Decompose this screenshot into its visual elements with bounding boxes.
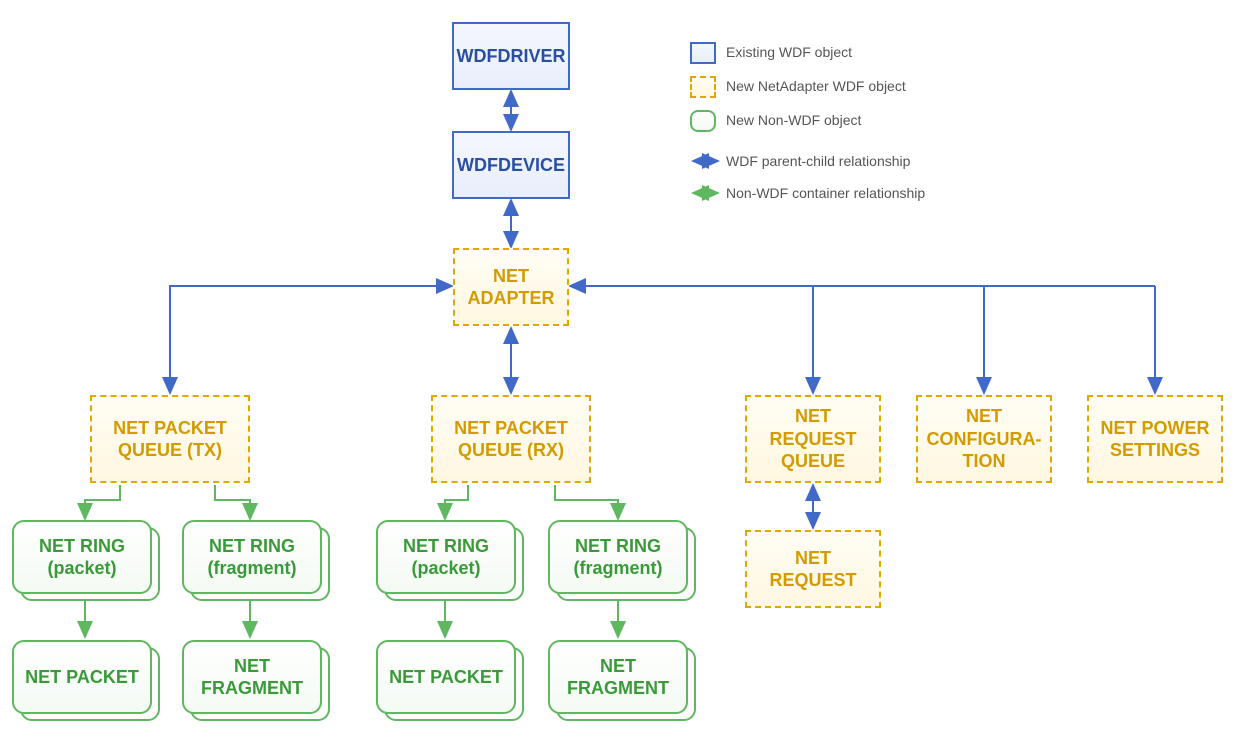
node-net-ring-packet-tx: NET RING (packet) (12, 520, 152, 594)
node-net-power-settings: NET POWER SETTINGS (1087, 395, 1223, 483)
legend-label-wdf-relationship: WDF parent-child relationship (726, 153, 910, 169)
node-net-packet-tx: NET PACKET (12, 640, 152, 714)
node-net-request-queue: NET REQUEST QUEUE (745, 395, 881, 483)
node-net-packet-rx: NET PACKET (376, 640, 516, 714)
node-net-fragment-tx: NET FRAGMENT (182, 640, 322, 714)
node-net-configuration: NET CONFIGURA-TION (916, 395, 1052, 483)
node-net-ring-packet-rx: NET RING (packet) (376, 520, 516, 594)
node-wdfdevice: WDFDEVICE (452, 131, 570, 199)
legend-label-new-netadapter: New NetAdapter WDF object (726, 78, 906, 94)
legend-label-existing-wdf: Existing WDF object (726, 44, 852, 60)
node-net-packet-queue-tx: NET PACKET QUEUE (TX) (90, 395, 250, 483)
node-netadapter: NET ADAPTER (453, 248, 569, 326)
legend-label-new-nonwdf: New Non-WDF object (726, 112, 861, 128)
node-net-ring-fragment-tx: NET RING (fragment) (182, 520, 322, 594)
node-wdfdriver: WDFDRIVER (452, 22, 570, 90)
node-net-packet-queue-rx: NET PACKET QUEUE (RX) (431, 395, 591, 483)
node-net-request: NET REQUEST (745, 530, 881, 608)
legend-label-nonwdf-relationship: Non-WDF container relationship (726, 185, 925, 201)
node-net-ring-fragment-rx: NET RING (fragment) (548, 520, 688, 594)
legend-swatch-existing-wdf (690, 42, 716, 64)
legend-swatch-new-netadapter (690, 76, 716, 98)
node-net-fragment-rx: NET FRAGMENT (548, 640, 688, 714)
connectors (0, 0, 1243, 739)
legend-swatch-new-nonwdf (690, 110, 716, 132)
